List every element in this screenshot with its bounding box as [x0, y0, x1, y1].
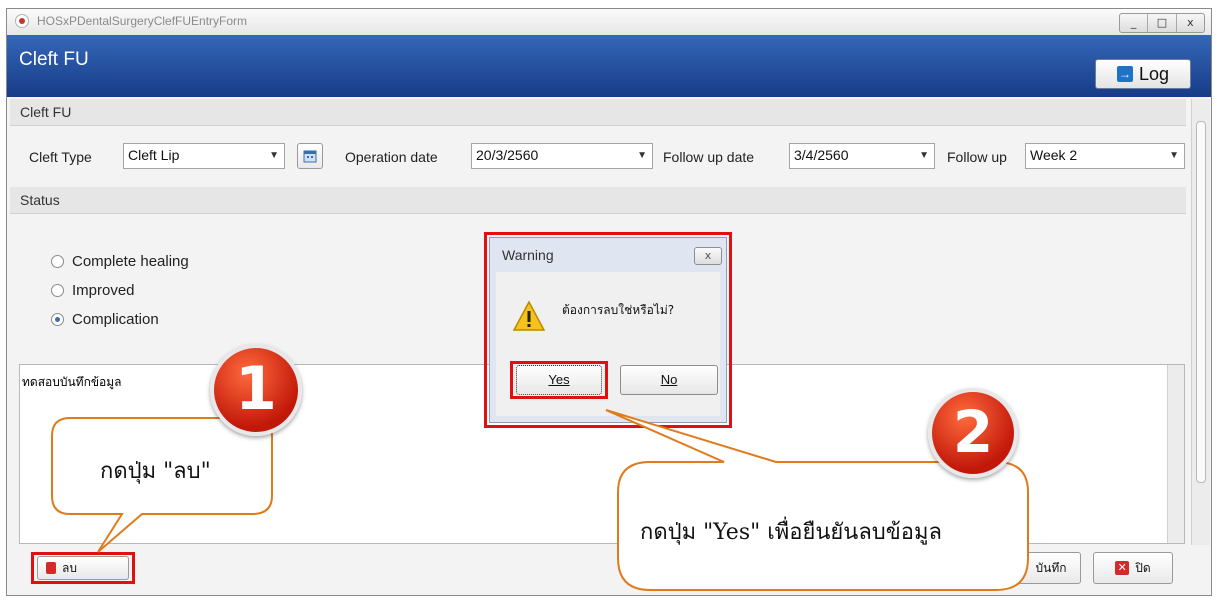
step1-badge: 1: [210, 344, 302, 436]
callout-step1-text: กดปุ่ม "ลบ": [100, 459, 211, 484]
callout-step2-text: กดปุ่ม "Yes" เพื่อยืนยันลบข้อมูล: [640, 520, 942, 545]
callout-overlay: [51, 409, 1029, 591]
step2-badge: 2: [928, 388, 1018, 478]
